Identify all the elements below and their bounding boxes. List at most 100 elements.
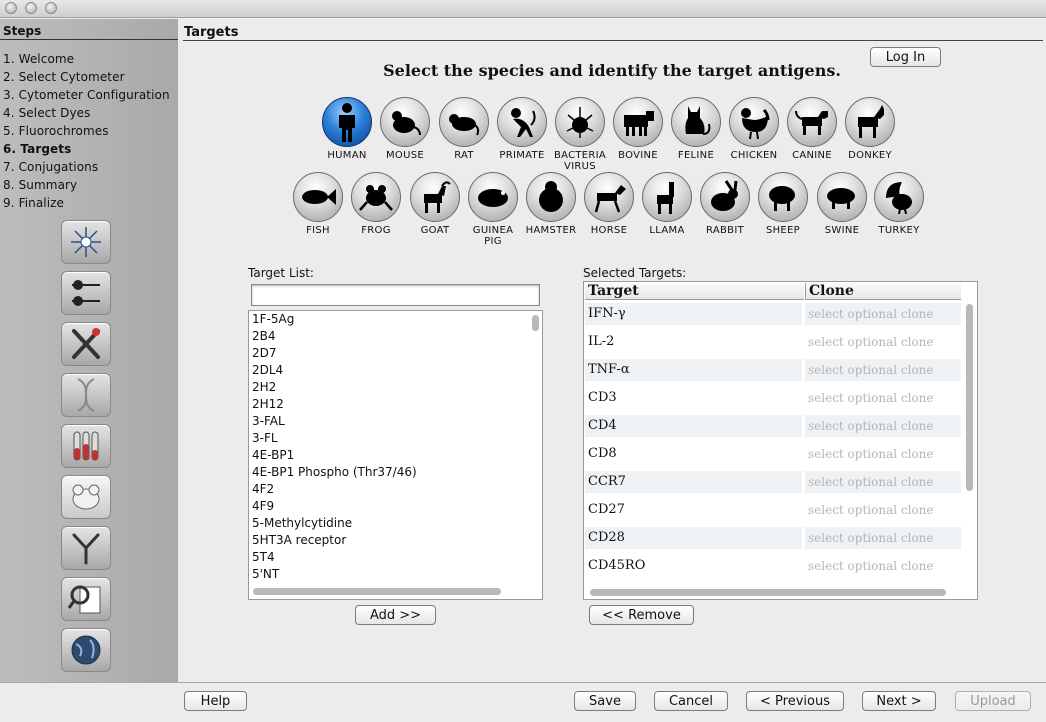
step-fluorochromes[interactable]: 5. Fluorochromes — [3, 124, 109, 138]
target-cell[interactable]: CD45RO — [585, 555, 802, 577]
target-list-item[interactable]: 1F-5Ag — [249, 311, 542, 328]
target-list-item[interactable]: 3-FL — [249, 430, 542, 447]
close-window-icon[interactable] — [5, 2, 17, 14]
save-button[interactable]: Save — [574, 691, 636, 711]
previous-button[interactable]: < Previous — [746, 691, 844, 711]
globe-icon[interactable] — [61, 628, 111, 672]
target-list-item[interactable]: 4F2 — [249, 481, 542, 498]
species-guinea-pig[interactable]: GUINEA PIG — [463, 172, 523, 247]
target-list-item[interactable]: 4E-BP1 — [249, 447, 542, 464]
zoom-window-icon[interactable] — [45, 2, 57, 14]
species-turkey[interactable]: TURKEY — [869, 172, 929, 236]
target-cell[interactable]: CD28 — [585, 527, 802, 549]
species-frog[interactable]: FROG — [346, 172, 406, 236]
target-list-item[interactable]: 5HT3A receptor — [249, 532, 542, 549]
magnifier-report-icon[interactable] — [61, 577, 111, 621]
target-list[interactable]: 1F-5Ag 2B4 2D7 2DL4 2H2 2H12 3-FAL 3-FL 4E-BP1 4E… — [248, 310, 543, 600]
species-bovine[interactable]: BOVINE — [608, 97, 668, 161]
step-welcome[interactable]: 1. Welcome — [3, 52, 74, 66]
target-list-item[interactable]: 5T4 — [249, 549, 542, 566]
selected-vscroll[interactable] — [966, 304, 973, 491]
test-tubes-icon[interactable] — [61, 424, 111, 468]
step-cytometer-configuration[interactable]: 3. Cytometer Configuration — [3, 88, 170, 102]
species-rabbit[interactable]: RABBIT — [695, 172, 755, 236]
next-button[interactable]: Next > — [862, 691, 936, 711]
target-list-item[interactable]: 5'NT — [249, 566, 542, 583]
dna-icon[interactable] — [61, 373, 111, 417]
step-targets[interactable]: 6. Targets — [3, 142, 71, 156]
clone-cell[interactable]: select optional clone — [805, 387, 961, 409]
table-row[interactable]: CD28 select optional clone — [585, 524, 961, 552]
column-header-target[interactable]: Target — [585, 283, 804, 300]
species-llama[interactable]: LLAMA — [637, 172, 697, 236]
table-row[interactable]: IL-2 select optional clone — [585, 328, 961, 356]
clone-cell[interactable]: select optional clone — [805, 527, 961, 549]
cancel-button[interactable]: Cancel — [654, 691, 728, 711]
table-row[interactable]: CD45RO select optional clone — [585, 552, 961, 580]
clone-cell[interactable]: select optional clone — [805, 331, 961, 353]
step-finalize[interactable]: 9. Finalize — [3, 196, 64, 210]
clone-cell[interactable]: select optional clone — [805, 303, 961, 325]
species-human[interactable]: HUMAN — [317, 97, 377, 161]
species-horse[interactable]: HORSE — [579, 172, 639, 236]
cytometer-icon[interactable] — [61, 220, 111, 264]
mouse-icon[interactable] — [61, 475, 111, 519]
clone-cell[interactable]: select optional clone — [805, 471, 961, 493]
species-swine[interactable]: SWINE — [812, 172, 872, 236]
step-select-cytometer[interactable]: 2. Select Cytometer — [3, 70, 125, 84]
column-header-clone[interactable]: Clone — [805, 283, 961, 300]
species-donkey[interactable]: DONKEY — [840, 97, 900, 161]
target-cell[interactable]: IL-2 — [585, 331, 802, 353]
step-summary[interactable]: 8. Summary — [3, 178, 77, 192]
target-list-item[interactable]: 2H2 — [249, 379, 542, 396]
tools-icon[interactable] — [61, 322, 111, 366]
table-row[interactable]: CD4 select optional clone — [585, 412, 961, 440]
table-row[interactable]: IFN-γ select optional clone — [585, 300, 961, 328]
table-row[interactable]: CCR7 select optional clone — [585, 468, 961, 496]
target-list-item[interactable]: 4E-BP1 Phospho (Thr37/46) — [249, 464, 542, 481]
target-list-hscroll[interactable] — [253, 588, 501, 595]
target-search-input[interactable] — [251, 284, 540, 306]
clone-cell[interactable]: select optional clone — [805, 499, 961, 521]
target-cell[interactable]: CCR7 — [585, 471, 802, 493]
target-cell[interactable]: IFN-γ — [585, 303, 802, 325]
step-conjugations[interactable]: 7. Conjugations — [3, 160, 98, 174]
species-feline[interactable]: FELINE — [666, 97, 726, 161]
selected-targets-table[interactable]: Target Clone IFN-γ select optional clone I… — [583, 281, 978, 600]
species-sheep[interactable]: SHEEP — [753, 172, 813, 236]
species-mouse[interactable]: MOUSE — [375, 97, 435, 161]
clone-cell[interactable]: select optional clone — [805, 415, 961, 437]
target-list-item[interactable]: 4F9 — [249, 498, 542, 515]
species-bacteria-virus[interactable]: BACTERIA VIRUS — [550, 97, 610, 172]
table-row[interactable]: CD3 select optional clone — [585, 384, 961, 412]
species-chicken[interactable]: CHICKEN — [724, 97, 784, 161]
clone-cell[interactable]: select optional clone — [805, 359, 961, 381]
species-fish[interactable]: FISH — [288, 172, 348, 236]
target-list-item[interactable]: 5-Methylcytidine — [249, 515, 542, 532]
target-cell[interactable]: CD4 — [585, 415, 802, 437]
species-primate[interactable]: PRIMATE — [492, 97, 552, 161]
target-list-item[interactable]: 2H12 — [249, 396, 542, 413]
antibody-icon[interactable] — [61, 526, 111, 570]
add-button[interactable]: Add >> — [355, 605, 436, 625]
laser-icon[interactable] — [61, 271, 111, 315]
target-list-item[interactable]: 3-FAL — [249, 413, 542, 430]
remove-button[interactable]: << Remove — [589, 605, 694, 625]
target-cell[interactable]: TNF-α — [585, 359, 802, 381]
target-list-vscroll[interactable] — [532, 315, 539, 331]
species-canine[interactable]: CANINE — [782, 97, 842, 161]
species-rat[interactable]: RAT — [434, 97, 494, 161]
clone-cell[interactable]: select optional clone — [805, 555, 961, 577]
table-row[interactable]: CD8 select optional clone — [585, 440, 961, 468]
target-cell[interactable]: CD27 — [585, 499, 802, 521]
step-select-dyes[interactable]: 4. Select Dyes — [3, 106, 90, 120]
species-goat[interactable]: GOAT — [405, 172, 465, 236]
target-list-item[interactable]: 2DL4 — [249, 362, 542, 379]
target-cell[interactable]: CD8 — [585, 443, 802, 465]
target-list-item[interactable]: 2D7 — [249, 345, 542, 362]
target-list-item[interactable]: 2B4 — [249, 328, 542, 345]
target-cell[interactable]: CD3 — [585, 387, 802, 409]
selected-hscroll[interactable] — [590, 589, 946, 596]
table-row[interactable]: CD27 select optional clone — [585, 496, 961, 524]
species-hamster[interactable]: HAMSTER — [521, 172, 581, 236]
